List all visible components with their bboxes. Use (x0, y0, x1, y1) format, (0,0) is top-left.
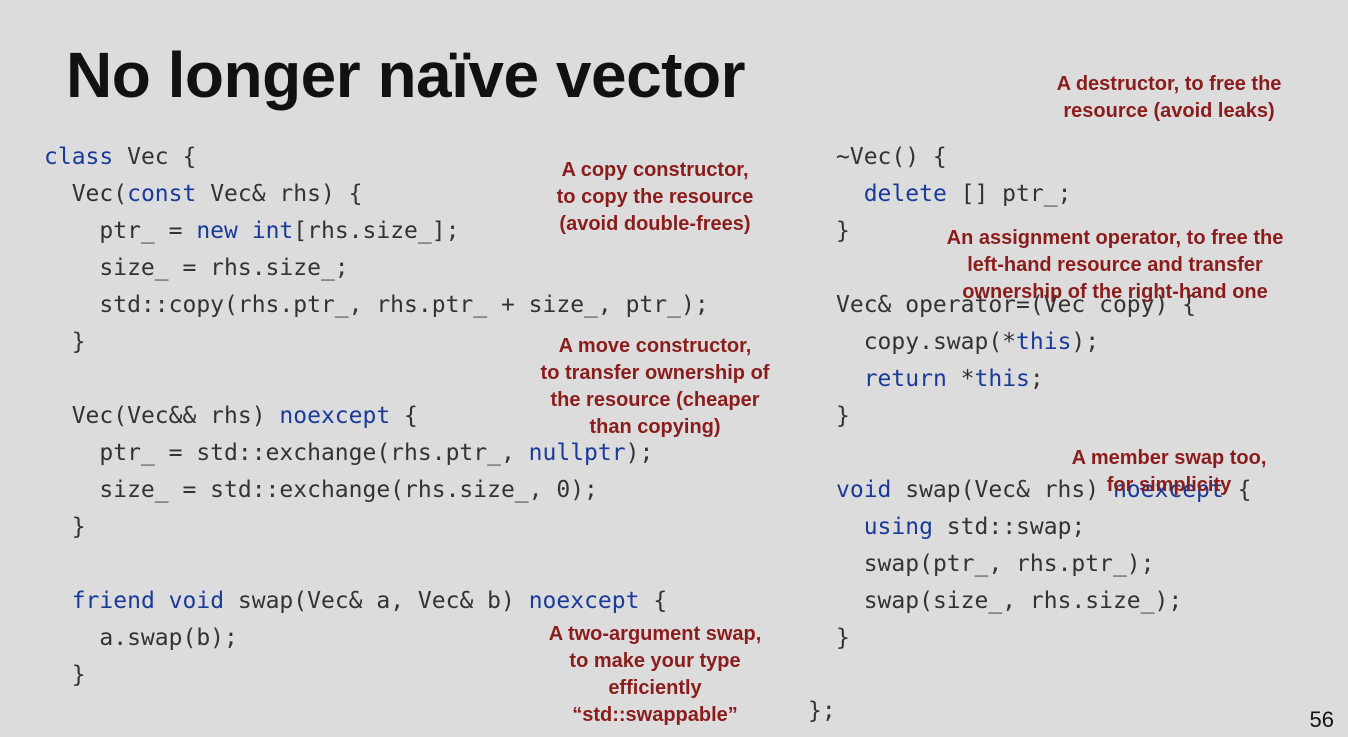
code-line: ~Vec() { (836, 139, 1251, 176)
note-line: A member swap too, (1071, 447, 1267, 469)
code-keyword: this (974, 366, 1030, 392)
note-assignment-operator: An assignment operator, to free the left-… (905, 225, 1325, 306)
code-text: swap(Vec& a, Vec& b) (224, 588, 529, 614)
code-keyword: return (863, 366, 947, 392)
code-line: swap(ptr_, rhs.ptr_); (836, 546, 1251, 583)
code-text: swap(ptr_, rhs.ptr_); (863, 551, 1155, 577)
note-line: An assignment operator, to free the (946, 227, 1284, 249)
code-line: size_ = std::exchange(rhs.size_, 0); (44, 472, 709, 509)
code-keyword: friend (71, 588, 155, 614)
note-line: “std::swappable” (572, 704, 738, 726)
note-line: to transfer ownership of (540, 362, 770, 384)
code-text: Vec( (71, 181, 128, 207)
code-line: friend void swap(Vec& a, Vec& b) noexcep… (44, 583, 709, 620)
note-line: for simplicity (1106, 474, 1232, 496)
code-text: Vec { (113, 144, 197, 170)
code-line: swap(size_, rhs.size_); (836, 583, 1251, 620)
code-text: size_ = std::exchange(rhs.size_, 0); (99, 477, 598, 503)
page-number: 56 (1309, 707, 1334, 732)
code-line: return *this; (836, 361, 1251, 398)
code-text: * (946, 366, 975, 392)
note-move-constructor: A move constructor, to transfer ownership… (505, 333, 805, 441)
code-block-right: ~Vec() { delete [] ptr_;} Vec& operator=(… (836, 139, 1251, 657)
code-keyword: using (863, 514, 933, 540)
note-line: than copying) (589, 416, 721, 438)
code-keyword: new (196, 218, 238, 244)
note-line: A two-argument swap, (548, 623, 762, 645)
code-line: } (44, 509, 709, 546)
note-line: ownership of the right-hand one (962, 281, 1268, 303)
code-text: Vec(Vec&& rhs) (71, 403, 280, 429)
note-line: to make your type (569, 650, 741, 672)
note-line: A copy constructor, (561, 159, 749, 181)
note-line: efficiently (608, 677, 702, 699)
code-text: } (836, 218, 850, 244)
code-line: size_ = rhs.size_; (44, 250, 709, 287)
code-keyword: int (251, 218, 294, 244)
code-text: ; (1029, 366, 1044, 392)
code-text: } (836, 403, 850, 429)
code-text: Vec& rhs) { (196, 181, 363, 207)
code-keyword: const (127, 181, 197, 207)
note-destructor: A destructor, to free the resource (avoid… (1024, 71, 1314, 125)
code-text: [rhs.size_]; (293, 218, 460, 244)
code-text: ); (1071, 329, 1100, 355)
code-text: swap(size_, rhs.size_); (863, 588, 1183, 614)
note-line: the resource (cheaper (550, 389, 760, 411)
note-line: to copy the resource (556, 186, 754, 208)
code-keyword: void (168, 588, 225, 614)
code-line: copy.swap(*this); (836, 324, 1251, 361)
code-text: } (71, 514, 86, 540)
code-text: size_ = rhs.size_; (99, 255, 349, 281)
code-keyword: noexcept (528, 588, 640, 614)
note-line: A destructor, to free the (1056, 73, 1282, 95)
code-line: } (836, 620, 1251, 657)
code-text: ptr_ = std::exchange(rhs.ptr_, (99, 440, 529, 466)
slide: No longer naïve vector class Vec { Vec(c… (0, 0, 1348, 737)
code-keyword: void (836, 477, 892, 503)
code-text: ~Vec() { (836, 144, 947, 170)
note-line: (avoid double-frees) (559, 213, 751, 235)
code-text: ptr_ = (99, 218, 197, 244)
note-line: left-hand resource and transfer (967, 254, 1263, 276)
note-copy-constructor: A copy constructor, to copy the resource (… (520, 157, 790, 238)
code-keyword: class (44, 144, 114, 170)
code-line: } (836, 398, 1251, 435)
note-line: resource (avoid leaks) (1063, 100, 1275, 122)
code-text: { (390, 403, 418, 429)
code-line: delete [] ptr_; (836, 176, 1251, 213)
code-text: std::copy(rhs.ptr_, rhs.ptr_ + size_, pt… (99, 292, 709, 318)
note-member-swap: A member swap too, for simplicity (1034, 445, 1304, 499)
code-text: [] ptr_; (946, 181, 1072, 207)
note-two-argument-swap: A two-argument swap, to make your type eff… (520, 621, 790, 729)
code-class-end: }; (808, 698, 836, 724)
code-keyword: nullptr (528, 440, 626, 466)
code-keyword: noexcept (279, 403, 391, 429)
note-line: A move constructor, (558, 335, 752, 357)
code-text: a.swap(b); (99, 625, 238, 651)
slide-title: No longer naïve vector (66, 39, 745, 111)
code-line: std::copy(rhs.ptr_, rhs.ptr_ + size_, pt… (44, 287, 709, 324)
code-text: } (71, 329, 86, 355)
code-text: { (639, 588, 668, 614)
code-text: copy.swap(* (863, 329, 1017, 355)
code-text: ); (625, 440, 654, 466)
code-keyword: this (1016, 329, 1072, 355)
code-text: } (71, 662, 86, 688)
code-text: } (836, 625, 850, 651)
code-line: using std::swap; (836, 509, 1251, 546)
code-keyword: delete (863, 181, 947, 207)
code-text: std::swap; (932, 514, 1086, 540)
